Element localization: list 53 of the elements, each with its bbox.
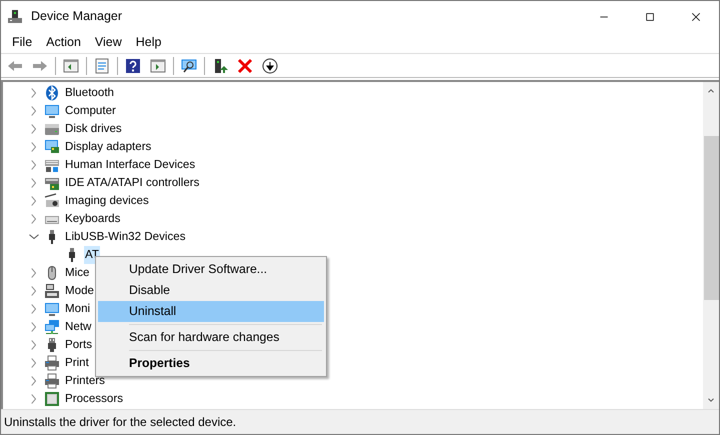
tree-item[interactable]: Imaging devices	[64, 192, 150, 210]
close-icon[interactable]	[690, 10, 702, 22]
maximize-icon[interactable]	[644, 10, 656, 22]
keyboard-icon	[44, 157, 60, 173]
tree-item[interactable]: Bluetooth	[64, 84, 115, 102]
menu-item[interactable]: Scan for hardware changes	[98, 327, 324, 348]
printer-icon	[44, 355, 60, 371]
menu-item[interactable]: Uninstall	[98, 301, 324, 322]
action-pane-icon[interactable]	[150, 58, 166, 74]
tree-item[interactable]: Computer	[64, 102, 117, 120]
tree-item[interactable]: Printers	[64, 372, 106, 390]
tree-item[interactable]: Mode	[64, 282, 96, 300]
tree-item[interactable]: Keyboards	[64, 210, 122, 228]
tree-item[interactable]: Display adapters	[64, 138, 152, 156]
menu-item[interactable]: Properties	[98, 353, 324, 374]
monitor-icon	[44, 103, 60, 119]
tree-item[interactable]: Processors	[64, 390, 124, 408]
update-driver-icon[interactable]	[212, 58, 228, 74]
menu-item[interactable]: Action	[39, 33, 88, 52]
bluetooth-icon	[44, 85, 60, 101]
monitor-icon	[44, 301, 60, 317]
tree-item[interactable]: Moni	[64, 300, 92, 318]
tree-item[interactable]: Print	[64, 354, 90, 372]
menu-item[interactable]: Help	[128, 33, 168, 52]
window-title: Device Manager	[31, 8, 122, 26]
chip-icon	[44, 391, 60, 407]
network-icon	[44, 319, 60, 335]
status-text: Uninstalls the driver for the selected device.	[4, 414, 236, 431]
display-adapter-icon	[44, 139, 60, 155]
tree-item[interactable]: Human Interface Devices	[64, 156, 196, 174]
scrollbar-thumb[interactable]	[704, 136, 718, 300]
tree-item[interactable]: IDE ATA/ATAPI controllers	[64, 174, 200, 192]
disk-drive-icon	[44, 121, 60, 137]
modem-icon	[44, 283, 60, 299]
tree-item[interactable]: Mice	[64, 264, 90, 282]
console-tree-icon[interactable]	[63, 58, 79, 74]
menu-item[interactable]: Update Driver Software...	[98, 259, 324, 280]
help-icon[interactable]	[125, 58, 141, 74]
printer-icon	[44, 373, 60, 389]
properties-icon[interactable]	[94, 58, 110, 74]
scrollbar[interactable]	[703, 82, 719, 409]
menu-item[interactable]: Disable	[98, 280, 324, 301]
tree-item[interactable]: LibUSB-Win32 Devices	[64, 228, 186, 246]
scan-monitor-icon[interactable]	[181, 58, 197, 74]
tree-item[interactable]: Disk drives	[64, 120, 123, 138]
uninstall-x-icon[interactable]	[237, 58, 253, 74]
controller-card-icon	[44, 175, 60, 191]
tree-item[interactable]: Netw	[64, 318, 92, 336]
camera-icon	[44, 193, 60, 209]
menu-item[interactable]: View	[88, 33, 129, 52]
tree-item[interactable]: Ports	[64, 336, 94, 354]
menu-item[interactable]: File	[5, 33, 40, 52]
app-icon	[7, 8, 23, 24]
